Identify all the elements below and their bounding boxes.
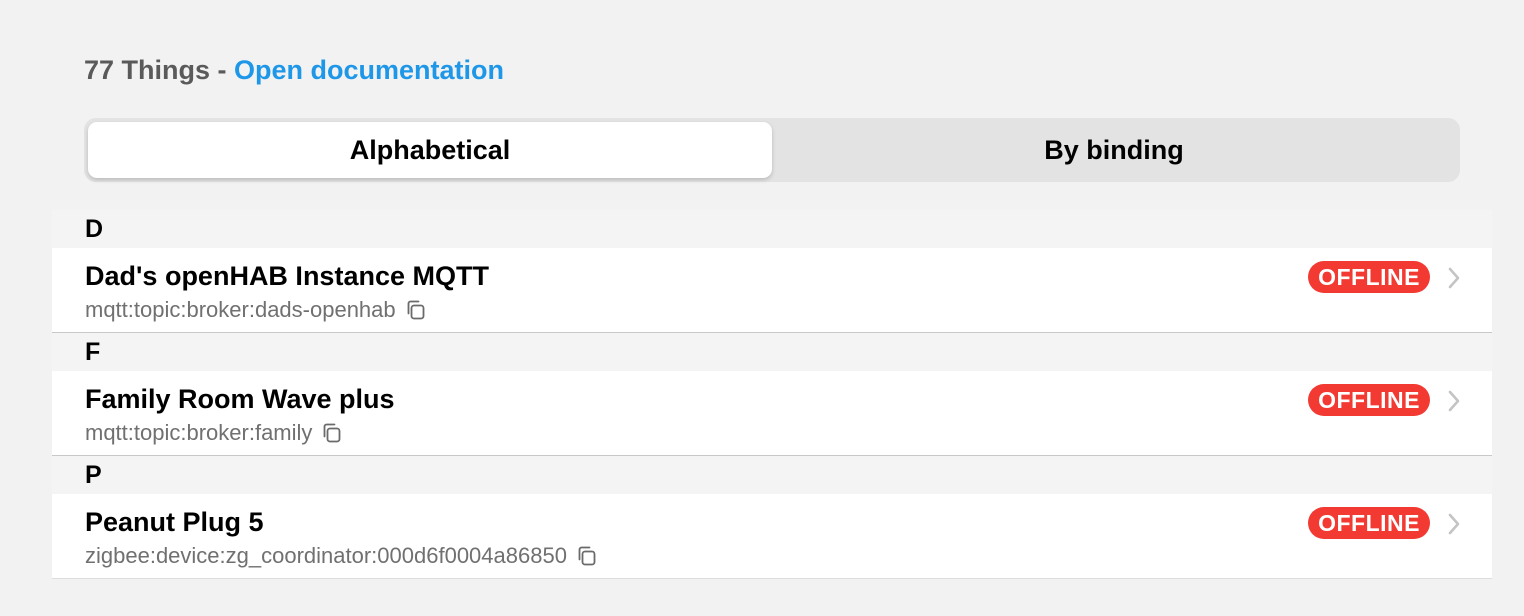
chevron-right-icon — [1448, 390, 1460, 412]
thing-uid: zigbee:device:zg_coordinator:000d6f0004a… — [85, 543, 567, 568]
list-item[interactable]: Peanut Plug 5 zigbee:device:zg_coordinat… — [52, 494, 1492, 579]
segment-alphabetical[interactable]: Alphabetical — [88, 122, 772, 178]
thing-title: Peanut Plug 5 — [85, 507, 264, 537]
open-documentation-link[interactable]: Open documentation — [234, 55, 504, 85]
copy-icon[interactable] — [404, 298, 428, 322]
page-header: 77 Things - Open documentation — [84, 52, 504, 88]
status-badge: OFFLINE — [1308, 384, 1430, 416]
copy-icon[interactable] — [320, 421, 344, 445]
status-badge: OFFLINE — [1308, 507, 1430, 539]
thing-title: Family Room Wave plus — [85, 384, 395, 414]
thing-uid: mqtt:topic:broker:family — [85, 420, 313, 445]
group-header-p: P — [52, 456, 1492, 494]
thing-uid: mqtt:topic:broker:dads-openhab — [85, 297, 396, 322]
list-item[interactable]: Dad's openHAB Instance MQTT mqtt:topic:b… — [52, 248, 1492, 333]
status-badge: OFFLINE — [1308, 261, 1430, 293]
copy-icon[interactable] — [575, 544, 599, 568]
list-item[interactable]: Family Room Wave plus mqtt:topic:broker:… — [52, 371, 1492, 456]
thing-uid-row: zigbee:device:zg_coordinator:000d6f0004a… — [85, 542, 599, 570]
chevron-right-icon — [1448, 267, 1460, 289]
segment-by-binding[interactable]: By binding — [772, 122, 1456, 178]
header-separator: - — [210, 55, 235, 85]
thing-uid-row: mqtt:topic:broker:dads-openhab — [85, 296, 428, 324]
group-header-d: D — [52, 210, 1492, 248]
sort-segmented-control: Alphabetical By binding — [84, 118, 1460, 182]
thing-title: Dad's openHAB Instance MQTT — [85, 261, 489, 291]
things-count: 77 Things — [84, 55, 211, 85]
chevron-right-icon — [1448, 513, 1460, 535]
group-header-f: F — [52, 333, 1492, 371]
thing-uid-row: mqtt:topic:broker:family — [85, 419, 344, 447]
things-list: D Dad's openHAB Instance MQTT mqtt:topic… — [52, 210, 1492, 579]
